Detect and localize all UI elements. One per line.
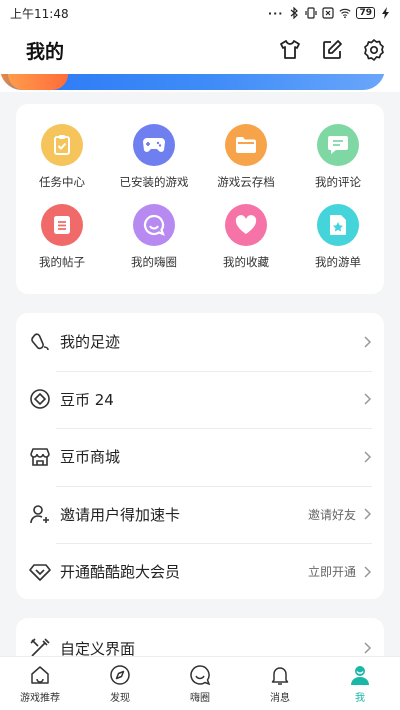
- chevron-right-icon: [362, 565, 372, 579]
- chevron-right-icon: [362, 392, 372, 406]
- menu-row-label: 邀请用户得加速卡: [60, 505, 181, 524]
- chevron-right-icon: [362, 641, 372, 655]
- tab-messages[interactable]: 消息: [240, 657, 320, 710]
- post-document-icon: [41, 204, 83, 246]
- grid-item-my-favorites[interactable]: 我的收藏: [200, 204, 292, 270]
- more-dots-icon: ···: [267, 6, 284, 20]
- menu-row-extra[interactable]: 立即开通: [308, 563, 356, 580]
- invite-user-icon: [28, 502, 52, 526]
- chevron-right-icon: [362, 507, 372, 521]
- menu-row-label: 开通酷酷跑大会员: [60, 563, 181, 582]
- shortcut-grid-card: 任务中心 已安装的游戏 游戏云存档 我的评论 我的帖子 我的嗨圈 我的收藏 我的…: [16, 104, 384, 294]
- battery-level: 79: [356, 7, 375, 19]
- comment-icon: [317, 124, 359, 166]
- heart-icon: [225, 204, 267, 246]
- tab-label: 嗨圈: [190, 692, 210, 704]
- tab-discover[interactable]: 发现: [80, 657, 160, 710]
- folder-icon: [225, 124, 267, 166]
- gamepad-icon: [133, 124, 175, 166]
- store-icon: [28, 445, 52, 469]
- charging-icon: [380, 7, 392, 19]
- grid-label: 任务中心: [39, 175, 85, 189]
- banner-strip[interactable]: [0, 74, 400, 92]
- banner-decoration: [8, 74, 68, 90]
- smile-bubble-icon: [189, 664, 211, 686]
- menu-row-vip[interactable]: 开通酷酷跑大会员 立即开通: [16, 543, 384, 601]
- status-time: 上午11:48: [10, 6, 69, 21]
- status-bar: 上午11:48 ··· 79: [0, 0, 400, 26]
- home-icon: [29, 664, 51, 686]
- menu-row-coins[interactable]: 豆币 24: [16, 370, 384, 429]
- page-title: 我的: [26, 40, 65, 63]
- grid-item-my-comments[interactable]: 我的评论: [292, 124, 384, 190]
- edit-icon[interactable]: [320, 38, 344, 62]
- tab-label: 游戏推荐: [20, 692, 60, 704]
- chevron-right-icon: [362, 450, 372, 464]
- smile-bubble-icon: [133, 204, 175, 246]
- grid-item-my-game-list[interactable]: 我的游单: [292, 204, 384, 270]
- menu-row-footprint[interactable]: 我的足迹: [16, 313, 384, 371]
- menu-row-coin-store[interactable]: 豆币商城: [16, 428, 384, 486]
- grid-label: 我的评论: [315, 175, 361, 189]
- menu-row-label: 豆币 24: [60, 390, 114, 409]
- tab-game-recommend[interactable]: 游戏推荐: [0, 657, 80, 710]
- grid-item-task-center[interactable]: 任务中心: [16, 124, 108, 190]
- menu-row-invite[interactable]: 邀请用户得加速卡 邀请好友: [16, 485, 384, 544]
- profile-icon: [349, 664, 371, 686]
- grid-item-cloud-save[interactable]: 游戏云存档: [200, 124, 292, 190]
- menu-row-extra[interactable]: 邀请好友: [308, 506, 356, 523]
- tab-label: 发现: [110, 692, 130, 704]
- game-list-icon: [317, 204, 359, 246]
- shortcut-grid: 任务中心 已安装的游戏 游戏云存档 我的评论 我的帖子 我的嗨圈 我的收藏 我的…: [16, 104, 384, 270]
- tab-me[interactable]: 我: [320, 657, 400, 710]
- grid-label: 我的帖子: [39, 255, 85, 269]
- bluetooth-icon: [288, 7, 300, 19]
- settings-gear-icon[interactable]: [362, 38, 386, 62]
- header-actions: [278, 38, 386, 62]
- grid-item-my-posts[interactable]: 我的帖子: [16, 204, 108, 270]
- sim-x-icon: [322, 7, 335, 19]
- tab-label: 我: [355, 692, 365, 704]
- grid-item-my-circle[interactable]: 我的嗨圈: [108, 204, 200, 270]
- header: 我的: [0, 26, 400, 74]
- vibrate-icon: [305, 7, 318, 19]
- menu-list-card: 我的足迹 豆币 24 豆币商城 邀请用户得加速卡 邀请好友 开通酷酷跑大会员 立…: [16, 313, 384, 599]
- grid-label: 我的收藏: [223, 255, 269, 269]
- tshirt-icon[interactable]: [278, 38, 302, 62]
- grid-label: 游戏云存档: [217, 175, 275, 189]
- grid-item-installed-games[interactable]: 已安装的游戏: [108, 124, 200, 190]
- footprint-icon: [28, 330, 52, 354]
- tab-circle[interactable]: 嗨圈: [160, 657, 240, 710]
- menu-row-label: 豆币商城: [60, 448, 121, 467]
- menu-row-label: 我的足迹: [60, 333, 121, 352]
- task-clipboard-icon: [41, 124, 83, 166]
- grid-label: 我的游单: [315, 255, 361, 269]
- bottom-tab-bar: 游戏推荐 发现 嗨圈 消息 我: [0, 656, 400, 710]
- grid-label: 已安装的游戏: [119, 175, 189, 189]
- bell-icon: [269, 664, 291, 686]
- vip-diamond-icon: [28, 560, 52, 584]
- grid-label: 我的嗨圈: [131, 255, 177, 269]
- status-icons: ··· 79: [268, 7, 392, 20]
- wifi-icon: [339, 7, 351, 19]
- compass-icon: [109, 664, 131, 686]
- chevron-right-icon: [362, 335, 372, 349]
- tab-label: 消息: [270, 692, 290, 704]
- coin-icon: [28, 387, 52, 411]
